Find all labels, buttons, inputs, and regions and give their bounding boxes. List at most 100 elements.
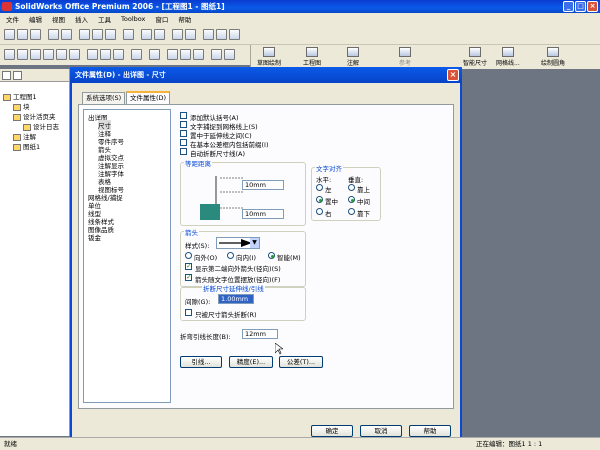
solidworks-logo-icon xyxy=(2,2,12,11)
sketch-fillet-button[interactable]: 绘制圆角 xyxy=(541,47,565,67)
menu-file[interactable]: 文件 xyxy=(6,14,19,24)
tab-system-options[interactable]: 系统选项(S) xyxy=(82,92,126,104)
pan-icon[interactable] xyxy=(69,49,80,60)
undo-icon[interactable] xyxy=(123,29,134,40)
offset-distance-2-input[interactable]: 10mm xyxy=(242,209,284,219)
zoom-selection-icon[interactable] xyxy=(43,49,54,60)
tree-item-annotations[interactable]: 注解 xyxy=(13,131,36,141)
align-bottom-label: 靠下 xyxy=(357,210,370,218)
view-orientation-icon[interactable] xyxy=(131,49,142,60)
arrows-inside-radio[interactable] xyxy=(227,252,234,259)
menu-window[interactable]: 窗口 xyxy=(155,14,168,24)
zoom-in-out-icon[interactable] xyxy=(30,49,41,60)
rebuild-icon[interactable] xyxy=(154,29,165,40)
print-preview-icon[interactable] xyxy=(61,29,72,40)
sketch-button[interactable]: 草图绘制 xyxy=(257,47,281,67)
gap-input[interactable]: 1.00mm xyxy=(218,294,254,304)
projected-view-icon[interactable] xyxy=(211,49,222,60)
align-top-radio[interactable] xyxy=(348,184,355,191)
help-button[interactable]: 帮助 xyxy=(409,425,451,437)
dialog-title-bar: 文件属性(D) - 出详图 - 尺寸 × xyxy=(70,67,462,83)
tree-sheet-metal[interactable]: 钣金 xyxy=(88,232,101,242)
close-icon[interactable]: × xyxy=(587,1,598,12)
smart-dimension-button[interactable]: 智能尺寸 xyxy=(463,47,487,67)
rotate-icon[interactable] xyxy=(56,49,67,60)
align-center-radio[interactable] xyxy=(316,196,323,203)
feature-tree-tab-icon[interactable] xyxy=(2,71,11,80)
print-icon[interactable] xyxy=(48,29,59,40)
snap-text-to-grid-checkbox[interactable] xyxy=(180,121,187,128)
break-view-icon[interactable] xyxy=(193,49,204,60)
align-left-radio[interactable] xyxy=(316,184,323,191)
add-parentheses-checkbox[interactable] xyxy=(180,112,187,119)
menu-toolbox[interactable]: Toolbox xyxy=(121,15,145,23)
menu-view[interactable]: 视图 xyxy=(52,14,65,24)
grid-icon[interactable] xyxy=(216,29,227,40)
app-title-bar: SolidWorks Office Premium 2006 - [工程图1 -… xyxy=(0,0,600,13)
cut-icon[interactable] xyxy=(79,29,90,40)
auto-break-dimension-checkbox[interactable] xyxy=(180,148,187,155)
open-file-icon[interactable] xyxy=(17,29,28,40)
shaded-icon[interactable] xyxy=(113,49,124,60)
section-view-icon[interactable] xyxy=(149,49,160,60)
include-prefix-checkbox[interactable] xyxy=(180,139,187,146)
cancel-button[interactable]: 取消 xyxy=(360,425,402,437)
reference-button[interactable]: 参考 xyxy=(399,47,411,67)
tree-item-blocks[interactable]: 块 xyxy=(13,101,30,111)
grid-lines-button[interactable]: 网格线... xyxy=(496,47,520,67)
save-icon[interactable] xyxy=(30,29,41,40)
menu-help[interactable]: 帮助 xyxy=(178,14,191,24)
leader-length-input[interactable]: 12mm xyxy=(242,329,278,339)
annotation-button[interactable]: 注解 xyxy=(347,47,359,67)
tolerance-button[interactable]: 公差(T)... xyxy=(279,356,323,368)
menu-tools[interactable]: 工具 xyxy=(98,14,111,24)
minimize-icon[interactable]: _ xyxy=(563,1,574,12)
options-icon[interactable] xyxy=(172,29,183,40)
ok-button[interactable]: 确定 xyxy=(311,425,353,437)
maximize-icon[interactable]: □ xyxy=(575,1,586,12)
dialog-close-icon[interactable]: × xyxy=(447,69,459,81)
command-manager: 草图绘制 工程图 注解 参考 智能尺寸 网格线... 绘制圆角 xyxy=(250,45,600,69)
align-bottom-radio[interactable] xyxy=(348,208,355,215)
menu-edit[interactable]: 编辑 xyxy=(29,14,42,24)
leaders-button[interactable]: 引线... xyxy=(180,356,222,368)
arrows-smart-radio[interactable] xyxy=(268,252,275,259)
tab-document-properties[interactable]: 文件属性(D) xyxy=(126,91,171,104)
status-text: 就绪 xyxy=(4,440,17,448)
wireframe-icon[interactable] xyxy=(87,49,98,60)
precision-button[interactable]: 精度(E)... xyxy=(229,356,273,368)
arrows-outside-label: 向外(O) xyxy=(194,254,218,262)
detail-view-icon[interactable] xyxy=(167,49,178,60)
tree-item-sheet[interactable]: 图纸1 xyxy=(13,141,40,151)
align-middle-radio[interactable] xyxy=(348,196,355,203)
offset-distance-1-input[interactable]: 10mm xyxy=(242,180,284,190)
arrow-style-select[interactable]: ▼ xyxy=(216,237,260,249)
journal-icon xyxy=(23,123,31,131)
drawing-button[interactable]: 工程图 xyxy=(303,47,321,67)
copy-icon[interactable] xyxy=(92,29,103,40)
hidden-lines-icon[interactable] xyxy=(100,49,111,60)
traffic-light-icon[interactable] xyxy=(203,29,214,40)
paste-icon[interactable] xyxy=(105,29,116,40)
tree-item-drawing[interactable]: 工程图1 xyxy=(3,91,37,101)
center-between-extension-checkbox[interactable] xyxy=(180,130,187,137)
new-file-icon[interactable] xyxy=(4,29,15,40)
help-icon[interactable] xyxy=(185,29,196,40)
tree-item-design-binder[interactable]: 设计活页夹 xyxy=(13,111,56,121)
tree-item-design-journal[interactable]: 设计日志 xyxy=(23,121,59,131)
mouse-cursor-icon xyxy=(275,343,283,355)
crop-view-icon[interactable] xyxy=(180,49,191,60)
auxiliary-view-icon[interactable] xyxy=(224,49,235,60)
property-tab-icon[interactable] xyxy=(13,71,22,80)
show-second-outside-arrow-checkbox[interactable] xyxy=(185,262,192,270)
zoom-area-icon[interactable] xyxy=(17,49,28,60)
select-icon[interactable] xyxy=(141,29,152,40)
arrows-follow-text-checkbox[interactable] xyxy=(185,273,192,281)
break-only-by-arrows-checkbox[interactable] xyxy=(185,309,192,316)
align-left-label: 左 xyxy=(325,186,332,194)
menu-insert[interactable]: 插入 xyxy=(75,14,88,24)
align-right-radio[interactable] xyxy=(316,208,323,215)
mate-icon[interactable] xyxy=(229,29,240,40)
zoom-to-fit-icon[interactable] xyxy=(4,49,15,60)
arrows-outside-radio[interactable] xyxy=(185,252,192,259)
